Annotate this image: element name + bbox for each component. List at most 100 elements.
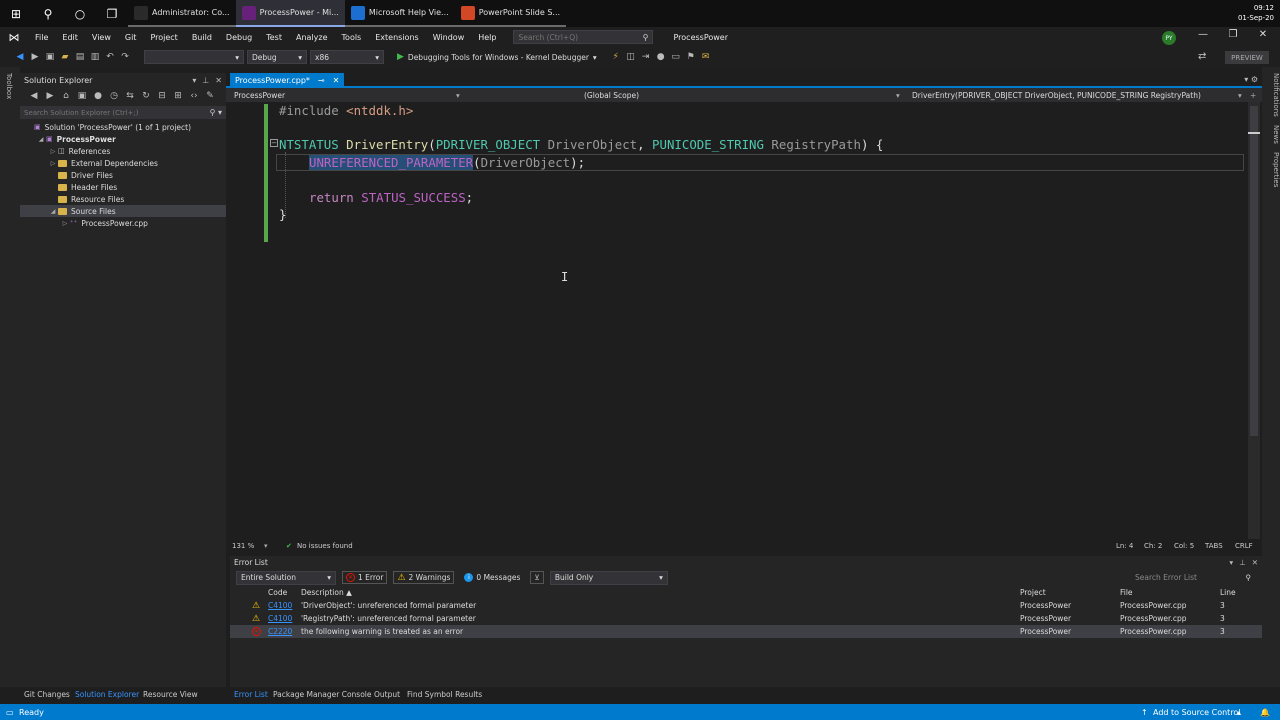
menu-item-view[interactable]: View [85,33,118,42]
nav-scope-combo[interactable]: (Global Scope) [584,91,639,100]
tab-output[interactable]: Output [374,690,400,699]
notification-bell-icon[interactable]: 🔔 [1260,708,1270,717]
scope-combo[interactable]: Entire Solution ▾ [236,570,336,585]
tab-processpower-cpp[interactable]: ProcessPower.cpp* ⊸ ✕ [230,73,345,88]
tab-solution-explorer[interactable]: Solution Explorer [75,690,139,699]
mail-icon[interactable]: ✉ [700,51,712,63]
notifications-tab[interactable]: Notifications [1267,73,1280,117]
tab-dropdown-icon[interactable]: ▾ ⚙ [1244,75,1258,84]
chevron-down-icon[interactable]: ▾ [264,542,268,550]
tree-item[interactable]: ▷ ◫ References [20,145,226,157]
expand-arrow-icon[interactable]: ▷ [60,220,70,227]
error-search-box[interactable]: Search Error List ⚲ [1130,570,1256,585]
toolbox-tab[interactable]: Toolbox [5,73,13,99]
new-project-icon[interactable]: ▣ [44,51,56,63]
forward-icon[interactable]: ▶ [29,51,41,63]
pin-icon[interactable]: ⊥ [1239,558,1246,567]
preview-badge[interactable]: PREVIEW [1225,51,1269,64]
chevron-down-icon[interactable]: ▾ [1238,91,1242,100]
pin-icon[interactable]: ⊥ [202,76,209,85]
tab-resource-view[interactable]: Resource View [143,690,198,699]
start-debugging-button[interactable]: ▶ Debugging Tools for Windows - Kernel De… [397,52,597,62]
error-list-row[interactable]: ✕ C2220 the following warning is treated a… [230,625,1262,638]
chevron-down-icon[interactable]: ▾ [456,91,460,100]
close-icon[interactable]: ✕ [333,76,340,85]
nav-project-combo[interactable]: ProcessPower [234,91,285,100]
show-all-files-icon[interactable]: ⊞ [172,90,184,102]
hot-reload-icon[interactable]: ⚡ [610,51,622,63]
menu-item-file[interactable]: File [28,33,55,42]
properties-icon[interactable]: ✎ [204,90,216,102]
minimize-icon[interactable]: — [1188,29,1218,45]
pin-icon[interactable]: ⊸ [318,76,325,85]
error-list-row[interactable]: ⚠ C4100 'RegistryPath': unreferenced forma… [230,612,1262,625]
tree-item[interactable]: ▣ Solution 'ProcessPower' (1 of 1 project… [20,121,226,133]
search-input[interactable] [518,32,634,42]
tab-git-changes[interactable]: Git Changes [24,690,70,699]
chevron-up-icon[interactable]: ▴ [1237,708,1241,717]
back-icon[interactable]: ◀ [14,51,26,63]
tree-item[interactable]: ◢ ▣ ProcessPower [20,133,226,145]
menu-item-debug[interactable]: Debug [219,33,259,42]
breakpoint-icon[interactable]: ● [655,51,667,63]
properties-tab[interactable]: Properties [1267,152,1280,187]
collapse-all-icon[interactable]: ⊟ [156,90,168,102]
menu-item-project[interactable]: Project [143,33,184,42]
task-view-icon[interactable]: ❐ [96,0,128,27]
solution-explorer-search[interactable]: ⚲ ▾ [20,106,226,119]
maximize-icon[interactable]: ❐ [1218,29,1248,45]
chevron-down-icon[interactable]: ▾ [896,91,900,100]
error-code-link[interactable]: C4100 [268,614,292,623]
code-view-icon[interactable]: ‹› [188,90,200,102]
live-share-icon[interactable]: ⇄ [1198,51,1206,62]
scrollbar-thumb[interactable] [1250,106,1258,436]
nav-member-combo[interactable]: DriverEntry(PDRIVER_OBJECT DriverObject,… [912,91,1201,100]
source-control-button[interactable]: Add to Source Control [1153,708,1241,717]
col-code-header[interactable]: Code [268,588,287,597]
warnings-filter-button[interactable]: ⚠ 2 Warnings [393,571,455,584]
dropdown-icon[interactable]: ▾ [1229,558,1233,567]
split-icon[interactable]: + [1250,91,1256,100]
menu-item-tools[interactable]: Tools [335,33,369,42]
menu-item-test[interactable]: Test [259,33,289,42]
history-icon[interactable]: ◷ [108,90,120,102]
tab-find-symbol-results[interactable]: Find Symbol Results [407,690,482,699]
step-icon[interactable]: ⇥ [640,51,652,63]
build-filter-combo[interactable]: Build Only ▾ [549,570,668,585]
solution-search-input[interactable] [24,108,194,117]
error-code-link[interactable]: C2220 [268,627,292,636]
code-editor[interactable]: − #include <ntddk.h> NTSTATUS DriverEntr… [226,102,1250,540]
col-line-header[interactable]: Line [1220,588,1236,597]
menu-item-build[interactable]: Build [185,33,219,42]
filter-icon[interactable]: ⊻ [530,571,544,584]
close-icon[interactable]: ✕ [215,76,222,85]
pin-icon[interactable]: ⚑ [685,51,697,63]
expand-arrow-icon[interactable]: ◢ [48,208,58,215]
error-code-link[interactable]: C4100 [268,601,292,610]
tree-item[interactable]: Header Files [20,181,226,193]
expand-arrow-icon[interactable]: ◢ [36,136,46,143]
menu-item-extensions[interactable]: Extensions [368,33,425,42]
sync-icon[interactable]: ⇆ [124,90,136,102]
avatar[interactable]: PY [1162,31,1176,45]
tab-package-manager-console[interactable]: Package Manager Console [273,690,372,699]
refresh-icon[interactable]: ↻ [140,90,152,102]
menu-item-analyze[interactable]: Analyze [289,33,335,42]
expand-arrow-icon[interactable]: ▷ [48,160,58,167]
taskbar-app[interactable]: Microsoft Help Vie... [344,0,455,27]
col-desc-header[interactable]: Description ▲ [301,588,352,597]
collapse-icon[interactable]: − [270,139,278,147]
menu-item-help[interactable]: Help [471,33,503,42]
messages-filter-button[interactable]: i0 Messages [460,571,524,584]
col-file-header[interactable]: File [1120,588,1133,597]
taskbar-app[interactable]: ProcessPower - Mi... [235,0,345,27]
tree-item[interactable]: ▷ External Dependencies [20,157,226,169]
configuration-combo[interactable]: Debug ▾ [247,50,307,64]
taskbar-app[interactable]: PowerPoint Slide S... [454,0,567,27]
errors-filter-button[interactable]: ✕ 1 Error [342,571,388,584]
error-list-row[interactable]: ⚠ C4100 'DriverObject': unreferenced forma… [230,599,1262,612]
indent-mode[interactable]: TABS [1205,542,1223,550]
save-all-icon[interactable]: ▥ [89,51,101,63]
news-tab[interactable]: News [1267,125,1280,144]
taskbar-app[interactable]: Administrator: Co... [128,0,236,27]
